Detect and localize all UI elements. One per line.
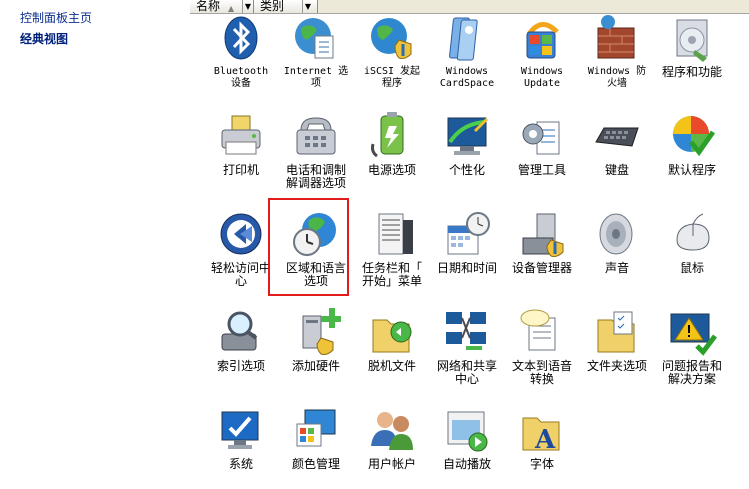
item-label: 自动播放 — [442, 457, 491, 471]
item-label: 系统 — [228, 457, 253, 471]
bluetooth-icon — [216, 14, 266, 66]
item-label: 个性化 — [448, 163, 485, 177]
svg-text:A: A — [534, 425, 556, 455]
phone-modem-icon — [291, 112, 341, 164]
column-header-row: 名称 ▲ ▼ 类别 ▼ — [190, 0, 749, 14]
folder-options-icon — [592, 308, 642, 360]
keyboard-icon — [592, 112, 642, 164]
internet-options-icon — [291, 14, 341, 66]
taskbar-start-icon — [367, 210, 417, 262]
ease-of-access-icon — [216, 210, 266, 262]
item-label: 日期和时间 — [436, 261, 497, 275]
system-icon — [216, 406, 266, 458]
item-label: 轻松访问中 心 — [210, 261, 271, 288]
control-panel-home-link[interactable]: 控制面板主页 — [20, 11, 92, 25]
name-column-label: 名称 — [196, 0, 221, 13]
name-column-header[interactable]: 名称 ▲ ▼ — [190, 0, 254, 13]
item-label: iSCSI 发起 程序 — [363, 66, 421, 89]
network-sharing-icon — [442, 308, 492, 360]
item-label: Internet 选 项 — [283, 66, 349, 89]
item-label: Windows 防 火墙 — [587, 66, 647, 89]
region-language-icon — [291, 210, 341, 262]
item-label: 添加硬件 — [291, 359, 340, 373]
power-options-icon — [367, 112, 417, 164]
color-management-icon — [291, 406, 341, 458]
iscsi-initiator-icon — [367, 14, 417, 66]
control-panel-items-grid: Bluetooth 设备 Internet 选 项 iSCSI 发起 程序 Windo… — [190, 14, 749, 489]
item-label: 问题报告和 解决方案 — [661, 359, 722, 386]
item-label: 电话和调制 解调器选项 — [285, 163, 346, 190]
admin-tools-icon — [517, 112, 567, 164]
item-label: 程序和功能 — [661, 65, 722, 79]
item-label: 脱机文件 — [367, 359, 416, 373]
device-manager-icon — [517, 210, 567, 262]
item-label: 文本到语音 转换 — [511, 359, 572, 386]
category-column-header[interactable]: 类别 ▼ — [254, 0, 318, 13]
chevron-down-icon[interactable]: ▼ — [242, 0, 253, 13]
item-label: 文件夹选项 — [586, 359, 647, 373]
item-label: 电源选项 — [367, 163, 416, 177]
personalization-icon — [442, 112, 492, 164]
item-label: 网络和共享 中心 — [436, 359, 497, 386]
item-label: 字体 — [529, 457, 554, 471]
item-label: 索引选项 — [216, 359, 265, 373]
item-label: 鼠标 — [679, 261, 704, 275]
item-label: 用户帐户 — [367, 457, 416, 471]
category-column-label: 类别 — [260, 0, 285, 13]
item-label: Windows Update — [520, 66, 564, 89]
item-label: Windows CardSpace — [439, 66, 495, 89]
left-task-pane: 控制面板主页 经典视图 — [0, 0, 190, 489]
item-label: Bluetooth 设备 — [213, 66, 269, 89]
sound-icon — [592, 210, 642, 262]
problem-reports-icon — [667, 308, 717, 360]
chevron-down-icon[interactable]: ▼ — [302, 0, 313, 13]
cardspace-icon — [442, 14, 492, 66]
default-programs-icon — [667, 112, 717, 164]
add-hardware-icon — [291, 308, 341, 360]
date-time-icon — [442, 210, 492, 262]
classic-view-link[interactable]: 经典视图 — [20, 32, 68, 46]
item-label: 区域和语言 选项 — [285, 261, 346, 288]
text-to-speech-icon — [517, 308, 567, 360]
item-label: 打印机 — [222, 163, 259, 177]
user-accounts-icon — [367, 406, 417, 458]
item-label: 设备管理器 — [511, 261, 572, 275]
item-label: 声音 — [604, 261, 629, 275]
fonts-icon: A — [517, 406, 567, 458]
windows-update-icon — [517, 14, 567, 66]
autoplay-icon — [442, 406, 492, 458]
offline-files-icon — [367, 308, 417, 360]
item-label: 默认程序 — [667, 163, 716, 177]
indexing-icon — [216, 308, 266, 360]
item-label: 管理工具 — [517, 163, 566, 177]
item-label: 颜色管理 — [291, 457, 340, 471]
programs-features-icon — [667, 14, 717, 66]
item-label: 任务栏和「 开始」菜单 — [361, 261, 422, 288]
firewall-icon — [592, 14, 642, 66]
mouse-icon — [667, 210, 717, 262]
item-label: 键盘 — [604, 163, 629, 177]
printer-icon — [216, 112, 266, 164]
